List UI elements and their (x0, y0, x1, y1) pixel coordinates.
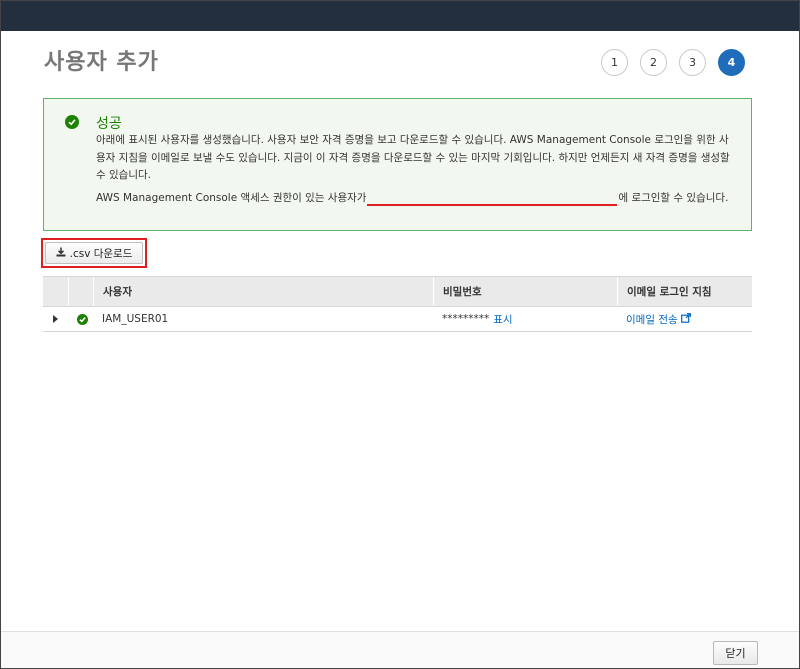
send-email-link[interactable]: 이메일 전송 (626, 312, 678, 327)
csv-download-button[interactable]: .csv 다운로드 (45, 242, 143, 264)
step-1[interactable]: 1 (601, 49, 628, 76)
download-icon (56, 247, 66, 260)
step-3[interactable]: 3 (679, 49, 706, 76)
row-expand-cell[interactable] (43, 307, 68, 331)
users-table: 사용자 비밀번호 이메일 로그인 지침 IAM_USER01 *********… (43, 276, 752, 332)
console-login-line: AWS Management Console 액세스 권한이 있는 사용자가 에… (96, 190, 729, 206)
expand-arrow-icon[interactable] (53, 315, 58, 323)
close-button[interactable]: 닫기 (713, 641, 758, 665)
wizard-footer: 닫기 (1, 631, 799, 668)
header-status (68, 277, 93, 306)
alert-title: 성공 (96, 116, 122, 132)
login-prefix-text: AWS Management Console 액세스 권한이 있는 사용자가 (96, 192, 367, 204)
row-status-cell (68, 307, 93, 331)
header-password[interactable]: 비밀번호 (433, 277, 617, 306)
header-user[interactable]: 사용자 (93, 277, 433, 306)
step-4[interactable]: 4 (718, 49, 745, 76)
console-top-bar (1, 1, 799, 31)
header-email[interactable]: 이메일 로그인 지침 (617, 277, 752, 306)
check-circle-icon (77, 313, 88, 325)
password-cell: ********* 표시 (433, 307, 617, 331)
login-suffix-text: 에 로그인할 수 있습니다. (618, 192, 729, 204)
step-2[interactable]: 2 (640, 49, 667, 76)
csv-download-label: .csv 다운로드 (69, 247, 133, 260)
wizard-steps: 1 2 3 4 (601, 49, 745, 76)
show-password-link[interactable]: 표시 (493, 312, 512, 327)
check-circle-icon (65, 115, 79, 129)
email-cell: 이메일 전송 (617, 307, 752, 331)
masked-password: ********* (442, 313, 490, 325)
page-title: 사용자 추가 (44, 50, 159, 75)
external-link-icon[interactable] (680, 312, 691, 326)
alert-message: 아래에 표시된 사용자를 생성했습니다. 사용자 보안 자격 증명을 보고 다운… (96, 134, 730, 181)
table-row: IAM_USER01 ********* 표시 이메일 전송 (43, 307, 752, 332)
table-header: 사용자 비밀번호 이메일 로그인 지침 (43, 276, 752, 307)
header-expand (43, 277, 68, 306)
user-name-cell: IAM_USER01 (102, 313, 169, 325)
redacted-login-url (367, 191, 618, 206)
success-alert: 성공 아래에 표시된 사용자를 생성했습니다. 사용자 보안 자격 증명을 보고… (43, 98, 752, 231)
